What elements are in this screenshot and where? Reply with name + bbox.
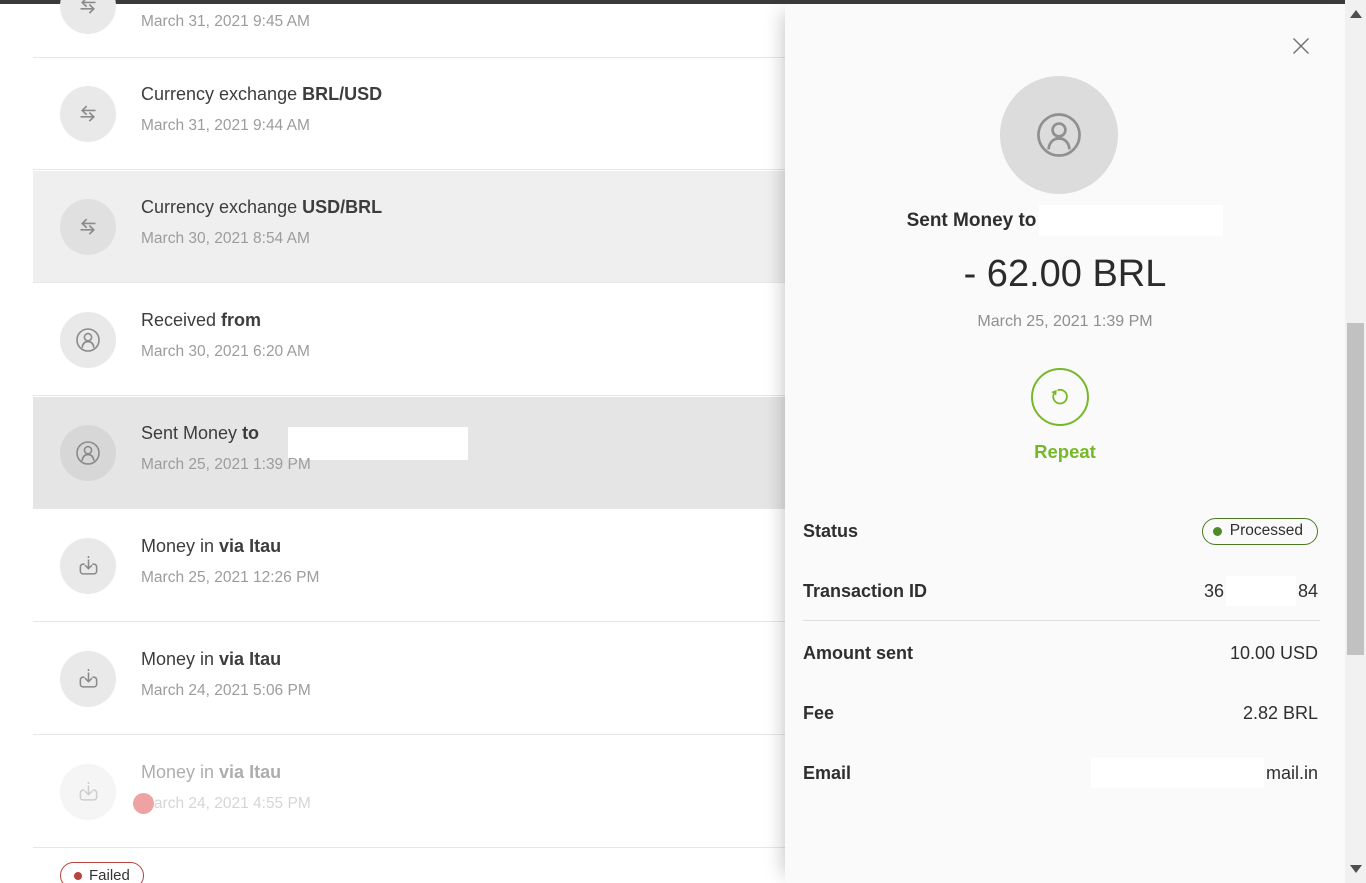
detail-row-amount-sent: Amount sent 10.00 USD [803, 638, 1318, 668]
email-value: mail.in [1091, 758, 1318, 788]
transaction-date: March 30, 2021 6:20 AM [141, 343, 310, 361]
transaction-datetime: March 25, 2021 1:39 PM [785, 313, 1345, 331]
detail-row-fee: Fee 2.82 BRL [803, 698, 1318, 728]
currency-exchange-icon [60, 199, 116, 255]
transaction-row[interactable]: Currency exchange BRL/USD March 31, 2021… [33, 58, 785, 170]
transaction-title: Sent Money to [141, 423, 259, 444]
fee-value: 2.82 BRL [1243, 703, 1318, 724]
scroll-down-arrow-icon[interactable] [1350, 865, 1362, 873]
transaction-row[interactable]: Received from March 30, 2021 6:20 AM [33, 284, 785, 396]
transaction-row[interactable]: March 31, 2021 9:45 AM [33, 4, 785, 58]
transaction-date: March 31, 2021 9:44 AM [141, 117, 310, 135]
transaction-date: March 24, 2021 5:06 PM [141, 682, 311, 700]
transaction-title: Money in via Itau [141, 536, 281, 557]
repeat-icon [1045, 382, 1075, 412]
status-badge: Processed [1202, 518, 1318, 545]
detail-title: Sent Money to [907, 210, 1037, 232]
failed-status-badge: Failed [60, 862, 144, 883]
redacted-name-box [288, 427, 468, 460]
transactions-page: March 31, 2021 9:45 AM Currency exchange… [0, 0, 1366, 883]
person-icon [1028, 104, 1090, 166]
transaction-row[interactable]: Currency exchange USD/BRL March 30, 2021… [33, 171, 785, 283]
transaction-title: Currency exchange BRL/USD [141, 84, 382, 105]
transaction-date: March 24, 2021 4:55 PM [141, 795, 311, 813]
detail-row-transaction-id: Transaction ID 36 84 [803, 576, 1318, 606]
scrollbar-thumb[interactable] [1347, 323, 1364, 655]
transaction-title: Money in via Itau [141, 762, 281, 783]
transaction-row-selected[interactable]: Sent Money to March 25, 2021 1:39 PM [33, 397, 785, 509]
redacted-id-box [1226, 576, 1296, 606]
transaction-row[interactable]: Money in via Itau March 24, 2021 5:06 PM [33, 623, 785, 735]
person-icon [60, 425, 116, 481]
transaction-title: Received from [141, 310, 261, 331]
scrollbar[interactable] [1345, 0, 1366, 883]
money-in-icon [60, 764, 116, 820]
status-dot-icon [1213, 527, 1222, 536]
close-icon[interactable] [1287, 32, 1315, 60]
detail-row-email: Email mail.in [803, 758, 1318, 788]
repeat-label[interactable]: Repeat [785, 441, 1345, 463]
amount-sent-value: 10.00 USD [1230, 643, 1318, 664]
money-in-icon [60, 651, 116, 707]
transaction-row[interactable]: Money in via Itau March 25, 2021 12:26 P… [33, 510, 785, 622]
failed-dot-icon [74, 872, 82, 880]
transaction-date: March 25, 2021 1:39 PM [141, 456, 311, 474]
transaction-date: March 25, 2021 12:26 PM [141, 569, 319, 587]
detail-row-status: Status Processed [803, 516, 1318, 546]
transaction-title: Currency exchange USD/BRL [141, 197, 382, 218]
repeat-button[interactable] [1031, 368, 1089, 426]
transaction-id-value: 36 84 [1204, 576, 1318, 606]
redacted-name-box [1039, 205, 1223, 236]
transaction-detail-panel: Sent Money to - 62.00 BRL March 25, 2021… [785, 4, 1345, 883]
transaction-row-failed[interactable]: Money in via Itau March 24, 2021 4:55 PM [33, 736, 785, 848]
redacted-email-box [1091, 758, 1264, 788]
currency-exchange-icon [60, 86, 116, 142]
money-in-icon [60, 538, 116, 594]
transaction-date: March 31, 2021 9:45 AM [141, 13, 310, 31]
avatar [1000, 76, 1118, 194]
transaction-date: March 30, 2021 8:54 AM [141, 230, 310, 248]
failed-indicator-dot [133, 793, 154, 814]
person-icon [60, 312, 116, 368]
divider [803, 620, 1320, 621]
transaction-amount: - 62.00 BRL [785, 253, 1345, 296]
scroll-up-arrow-icon[interactable] [1350, 10, 1362, 18]
currency-exchange-icon [60, 0, 116, 34]
transaction-title: Money in via Itau [141, 649, 281, 670]
